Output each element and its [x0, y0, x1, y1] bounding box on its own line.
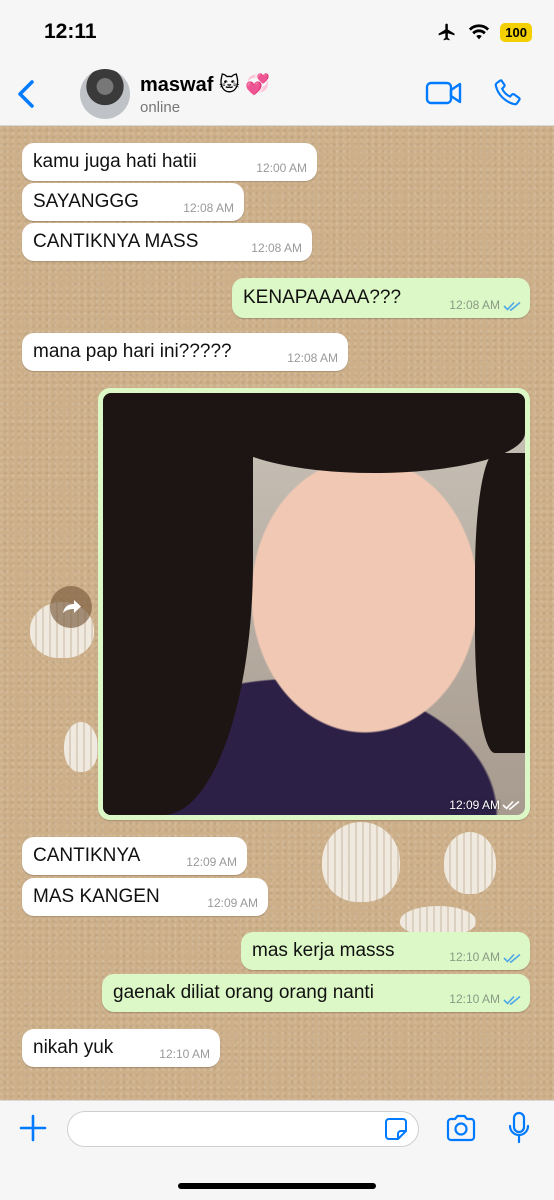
contact-status: online — [140, 99, 181, 116]
message-input[interactable] — [67, 1111, 419, 1147]
photo-message[interactable]: 12:09 AM — [98, 388, 530, 820]
outgoing-message[interactable]: gaenak diliat orang orang nanti 12:10 AM — [102, 974, 530, 1012]
message-text: nikah yuk — [33, 1037, 114, 1058]
message-time: 12:09 AM — [207, 896, 258, 910]
incoming-message[interactable]: MAS KANGEN 12:09 AM — [22, 878, 268, 916]
video-call-button[interactable] — [425, 78, 463, 108]
hair-shape — [475, 453, 525, 753]
phone-icon — [494, 79, 521, 106]
forward-arrow-icon — [63, 600, 81, 613]
message-text: gaenak diliat orang orang nanti — [113, 982, 374, 1003]
microphone-button[interactable] — [507, 1111, 531, 1145]
message-text: KENAPAAAAA??? — [243, 287, 402, 308]
back-button[interactable] — [12, 76, 42, 112]
battery-indicator: 100 — [500, 22, 532, 42]
message-time: 12:09 AM — [449, 798, 500, 812]
hair-shape — [223, 393, 525, 473]
camera-button[interactable] — [445, 1114, 477, 1142]
hair-shape — [103, 393, 253, 815]
message-text: CANTIKNYA MASS — [33, 231, 199, 252]
voice-call-button[interactable] — [492, 76, 524, 108]
incoming-message[interactable]: SAYANGGG 12:08 AM — [22, 183, 244, 221]
message-time: 12:08 AM — [287, 351, 338, 365]
airplane-icon — [438, 23, 455, 41]
message-time: 12:10 AM — [449, 950, 500, 964]
seashell-decoration — [444, 832, 496, 894]
seashell-decoration — [64, 722, 98, 772]
message-time: 12:08 AM — [251, 241, 302, 255]
status-bar: 12:11 100 — [0, 0, 554, 64]
video-camera-icon — [425, 81, 462, 105]
home-indicator[interactable] — [178, 1183, 376, 1189]
chat-header: maswaf 🐱 💞 online — [0, 64, 554, 126]
avatar[interactable] — [80, 69, 130, 119]
forward-button[interactable] — [50, 586, 92, 628]
message-text: SAYANGGG — [33, 191, 139, 212]
incoming-message[interactable]: CANTIKNYA 12:09 AM — [22, 837, 247, 875]
message-text: CANTIKNYA — [33, 845, 141, 866]
message-time: 12:10 AM — [159, 1047, 210, 1061]
message-text: mas kerja masss — [252, 940, 395, 961]
wifi-icon — [469, 24, 490, 40]
outgoing-message[interactable]: mas kerja masss 12:10 AM — [241, 932, 530, 970]
microphone-icon — [508, 1111, 530, 1144]
message-time: 12:09 AM — [186, 855, 237, 869]
read-receipt-icon — [503, 995, 521, 1005]
outgoing-message[interactable]: KENAPAAAAA??? 12:08 AM — [232, 278, 530, 318]
chevron-left-icon — [18, 80, 34, 108]
message-time: 12:00 AM — [256, 161, 307, 175]
read-receipt-icon — [503, 301, 521, 311]
contact-name[interactable]: maswaf 🐱 💞 — [140, 72, 270, 97]
attach-button[interactable] — [18, 1113, 48, 1143]
status-time: 12:11 — [44, 20, 97, 43]
sticker-button[interactable] — [384, 1117, 408, 1141]
message-time: 12:08 AM — [449, 298, 500, 312]
sticker-icon — [385, 1118, 407, 1140]
message-text: mana pap hari ini????? — [33, 341, 232, 362]
message-text: kamu juga hati hatii — [33, 151, 197, 172]
message-time: 12:08 AM — [183, 201, 234, 215]
input-bar — [0, 1100, 554, 1200]
incoming-message[interactable]: kamu juga hati hatii 12:00 AM — [22, 143, 317, 181]
message-time: 12:10 AM — [449, 992, 500, 1006]
selfie-photo[interactable] — [103, 393, 525, 815]
camera-icon — [446, 1114, 476, 1142]
status-icons: 100 — [436, 22, 532, 42]
incoming-message[interactable]: CANTIKNYA MASS 12:08 AM — [22, 223, 312, 261]
seashell-decoration — [322, 822, 400, 902]
plus-icon — [19, 1114, 47, 1142]
message-text: MAS KANGEN — [33, 886, 160, 907]
read-receipt-icon — [503, 953, 521, 963]
read-receipt-icon — [502, 800, 520, 810]
chat-area[interactable]: kamu juga hati hatii 12:00 AM SAYANGGG 1… — [0, 126, 554, 1100]
incoming-message[interactable]: nikah yuk 12:10 AM — [22, 1029, 220, 1067]
incoming-message[interactable]: mana pap hari ini????? 12:08 AM — [22, 333, 348, 371]
